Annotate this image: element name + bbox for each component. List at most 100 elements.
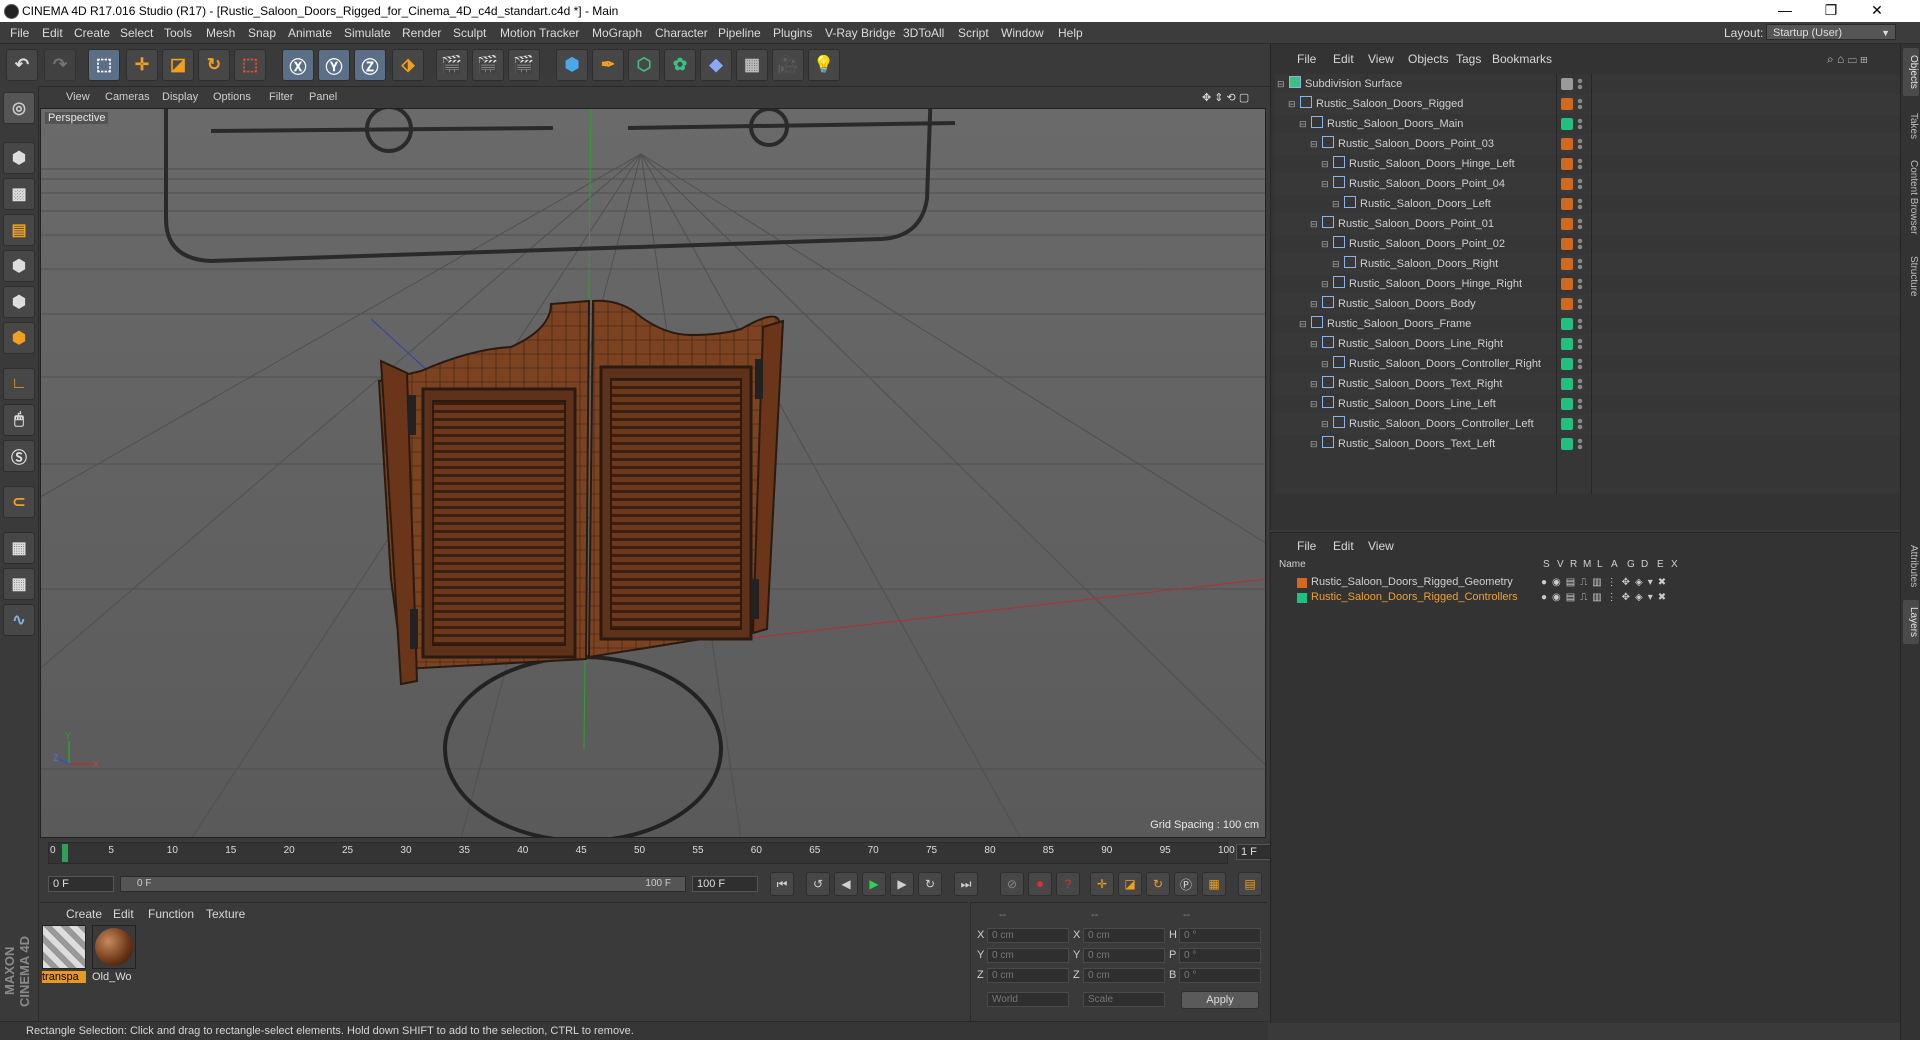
layer-color-swatch[interactable] xyxy=(1561,438,1573,450)
polygons-mode-button[interactable]: ⬢ xyxy=(3,322,35,354)
end-frame-field[interactable]: 100 F xyxy=(692,876,758,892)
viewport-menu-cameras[interactable]: Cameras xyxy=(105,91,150,103)
expand-toggle-icon[interactable]: ⊟ xyxy=(1299,114,1307,134)
expand-toggle-icon[interactable]: ⊟ xyxy=(1310,334,1318,354)
array-generator-button[interactable]: ✿ xyxy=(664,49,696,81)
expand-toggle-icon[interactable]: ⊟ xyxy=(1310,374,1318,394)
menu-edit[interactable]: Edit xyxy=(42,26,63,40)
expand-toggle-icon[interactable]: ⊟ xyxy=(1310,294,1318,314)
layer-color-swatch[interactable] xyxy=(1561,138,1573,150)
coordinate-system-button[interactable]: ⬗ xyxy=(392,49,424,81)
x-axis-lock-button[interactable]: Ⓧ xyxy=(282,49,314,81)
layer-column-header[interactable]: V xyxy=(1557,559,1564,570)
object-row[interactable]: ⊟ Rustic_Saloon_Doors_Rigged xyxy=(1275,94,1901,114)
python-script-button[interactable]: ∿ xyxy=(3,604,35,636)
menu-simulate[interactable]: Simulate xyxy=(344,26,391,40)
tab-structure[interactable]: Structure xyxy=(1903,248,1919,304)
layer-color-swatch[interactable] xyxy=(1561,318,1573,330)
next-frame-button[interactable]: ▶ xyxy=(890,872,914,896)
layer-color-swatch[interactable] xyxy=(1561,218,1573,230)
layer-color-swatch[interactable] xyxy=(1561,178,1573,190)
object-row[interactable]: ⊟ Rustic_Saloon_Doors_Point_02 xyxy=(1275,234,1901,254)
visibility-dots-icon[interactable] xyxy=(1577,338,1583,350)
menu-sculpt[interactable]: Sculpt xyxy=(453,26,486,40)
coordinate-mode-select[interactable]: World xyxy=(987,992,1069,1007)
visibility-dots-icon[interactable] xyxy=(1577,238,1583,250)
maximize-button[interactable]: ❐ xyxy=(1808,0,1854,22)
layer-row[interactable]: Rustic_Saloon_Doors_Rigged_Geometry ●◉▤⎍▥… xyxy=(1275,575,1895,590)
size-y-field[interactable]: 0 cm xyxy=(1083,948,1165,963)
material-name-old-wood[interactable]: Old_Wo xyxy=(92,971,136,983)
axis-mode-button[interactable]: ∟ xyxy=(3,368,35,400)
menu-vray-bridge[interactable]: V-Ray Bridge xyxy=(825,26,896,40)
visibility-dots-icon[interactable] xyxy=(1577,278,1583,290)
object-row[interactable]: ⊟ Rustic_Saloon_Doors_Controller_Right xyxy=(1275,354,1901,374)
render-to-picture-viewer-button[interactable]: 🎬 xyxy=(472,49,504,81)
autokey-button[interactable]: ⏺ xyxy=(1028,872,1052,896)
material-thumbnail-old-wood[interactable] xyxy=(92,925,136,969)
render-view-button[interactable]: 🎬 xyxy=(436,49,468,81)
expand-toggle-icon[interactable]: ⊟ xyxy=(1321,414,1329,434)
object-menu-bookmarks[interactable]: Bookmarks xyxy=(1492,52,1552,66)
position-y-field[interactable]: 0 cm xyxy=(987,948,1069,963)
expand-toggle-icon[interactable]: ⊟ xyxy=(1332,254,1340,274)
layer-color-swatch[interactable] xyxy=(1561,238,1573,250)
layer-color-swatch[interactable] xyxy=(1561,298,1573,310)
key-rotation-button[interactable]: ↻ xyxy=(1146,872,1170,896)
layer-color-swatch[interactable] xyxy=(1561,158,1573,170)
menu-character[interactable]: Character xyxy=(655,26,708,40)
material-menu-edit[interactable]: Edit xyxy=(113,907,134,921)
layer-color-swatch[interactable] xyxy=(1561,398,1573,410)
object-row[interactable]: ⊟ Rustic_Saloon_Doors_Point_04 xyxy=(1275,174,1901,194)
position-x-field[interactable]: 0 cm xyxy=(987,928,1069,943)
object-row[interactable]: ⊟ Rustic_Saloon_Doors_Hinge_Left xyxy=(1275,154,1901,174)
visibility-dots-icon[interactable] xyxy=(1577,438,1583,450)
material-menu-create[interactable]: Create xyxy=(66,907,102,921)
visibility-dots-icon[interactable] xyxy=(1577,118,1583,130)
object-menu-view[interactable]: View xyxy=(1368,52,1394,66)
record-keys-button[interactable]: ⊘ xyxy=(1000,872,1024,896)
perspective-viewport[interactable]: Y X Z Perspective Grid Spacing : 100 cm xyxy=(40,108,1266,838)
scale-tool-button[interactable]: ◪ xyxy=(162,49,194,81)
object-row[interactable]: ⊟ Rustic_Saloon_Doors_Text_Right xyxy=(1275,374,1901,394)
layer-color-swatch[interactable] xyxy=(1561,98,1573,110)
visibility-dots-icon[interactable] xyxy=(1577,178,1583,190)
layer-color-swatch[interactable] xyxy=(1297,578,1307,588)
preview-range-slider[interactable]: 0 F 100 F xyxy=(120,876,686,892)
timeline-window-button[interactable]: ▤ xyxy=(1238,872,1262,896)
texture-mode-button[interactable]: ▩ xyxy=(3,178,35,210)
layer-column-header[interactable]: Name xyxy=(1279,559,1306,570)
rotation-h-field[interactable]: 0 ° xyxy=(1179,928,1261,943)
object-row[interactable]: ⊟ Rustic_Saloon_Doors_Hinge_Right xyxy=(1275,274,1901,294)
key-pla-button[interactable]: ▦ xyxy=(1202,872,1226,896)
y-axis-lock-button[interactable]: Ⓨ xyxy=(318,49,350,81)
floor-button[interactable]: ▦ xyxy=(736,49,768,81)
light-button[interactable]: 💡 xyxy=(808,49,840,81)
subdivision-surface-button[interactable]: ⬡ xyxy=(628,49,660,81)
menu-animate[interactable]: Animate xyxy=(288,26,332,40)
playhead[interactable] xyxy=(62,844,68,862)
layer-column-header[interactable]: L xyxy=(1597,559,1603,570)
material-menu-function[interactable]: Function xyxy=(148,907,194,921)
layer-color-swatch[interactable] xyxy=(1561,278,1573,290)
menu-mograph[interactable]: MoGraph xyxy=(592,26,642,40)
live-selection-button[interactable]: ⬚ xyxy=(88,49,120,81)
previous-key-button[interactable]: ↺ xyxy=(806,872,830,896)
size-z-field[interactable]: 0 cm xyxy=(1083,968,1165,983)
size-x-field[interactable]: 0 cm xyxy=(1083,928,1165,943)
layer-color-swatch[interactable] xyxy=(1561,338,1573,350)
viewport-menu-options[interactable]: Options xyxy=(213,91,251,103)
workplane-mode-button[interactable]: ▤ xyxy=(3,214,35,246)
visibility-dots-icon[interactable] xyxy=(1577,218,1583,230)
minimize-button[interactable]: — xyxy=(1762,0,1808,22)
layer-name[interactable]: Rustic_Saloon_Doors_Rigged_Geometry xyxy=(1311,575,1513,590)
layer-column-header[interactable]: R xyxy=(1570,559,1577,570)
object-menu-file[interactable]: File xyxy=(1297,52,1316,66)
layer-column-header[interactable]: D xyxy=(1641,559,1648,570)
edges-mode-button[interactable]: ⬢ xyxy=(3,286,35,318)
menu-render[interactable]: Render xyxy=(402,26,441,40)
layer-toggle-icons[interactable]: ●◉▤⎍▥⋮✥◈▾✖ xyxy=(1541,590,1671,605)
layer-row[interactable]: Rustic_Saloon_Doors_Rigged_Controllers ●◉… xyxy=(1275,590,1895,605)
layer-column-header[interactable]: G xyxy=(1627,559,1635,570)
visibility-dots-icon[interactable] xyxy=(1577,198,1583,210)
